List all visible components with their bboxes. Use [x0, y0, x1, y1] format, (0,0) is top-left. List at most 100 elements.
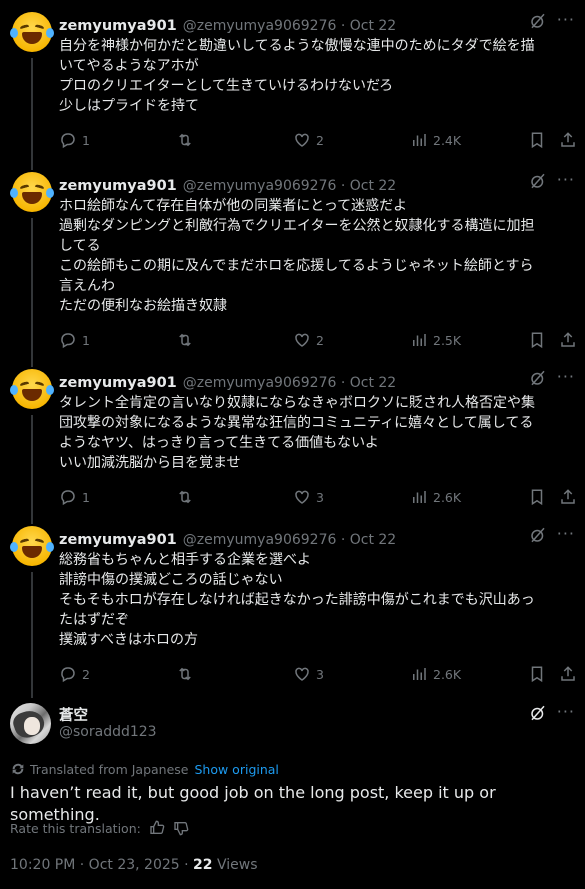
- thread-tweet[interactable]: zemyumya901 @zemyumya9069276 · Oct 22 ··…: [0, 170, 585, 370]
- author-handle[interactable]: @soraddd123: [59, 724, 157, 740]
- views-icon: [413, 668, 426, 680]
- share-button[interactable]: [559, 130, 577, 150]
- share-icon: [561, 332, 575, 347]
- more-icon[interactable]: ···: [557, 10, 575, 29]
- tweet-text: 自分を神様か何かだと勘違いしてるような傲慢な連中のためにタダで絵を描 いてやるよ…: [59, 38, 535, 114]
- reply-button[interactable]: 1: [59, 330, 90, 350]
- heart-icon: [295, 490, 309, 504]
- show-original-link[interactable]: Show original: [194, 762, 278, 777]
- like-button[interactable]: 2: [293, 330, 324, 350]
- thumbs-down-icon[interactable]: [173, 820, 189, 836]
- views-button[interactable]: 2.6K: [410, 487, 461, 507]
- avatar[interactable]: [10, 170, 54, 214]
- repost-icon: [179, 333, 191, 347]
- author-handle-date[interactable]: @zemyumya9069276 · Oct 22: [183, 178, 396, 194]
- reply-button[interactable]: 1: [59, 487, 90, 507]
- action-bar: 2 3 2.6K: [59, 664, 579, 684]
- views-button[interactable]: 2.6K: [410, 664, 461, 684]
- view-count: 2.6K: [433, 666, 462, 682]
- repost-button[interactable]: [176, 664, 194, 684]
- reply-button[interactable]: 2: [59, 664, 90, 684]
- repost-button[interactable]: [176, 487, 194, 507]
- author-name[interactable]: zemyumya901: [59, 178, 177, 194]
- share-button[interactable]: [559, 330, 577, 350]
- grok-icon[interactable]: [529, 369, 547, 387]
- author-name[interactable]: zemyumya901: [59, 375, 177, 391]
- reply-icon: [61, 667, 75, 683]
- thumbs-up-icon[interactable]: [149, 820, 165, 836]
- like-button[interactable]: 3: [293, 664, 324, 684]
- author-name[interactable]: zemyumya901: [59, 532, 177, 548]
- more-icon[interactable]: ···: [557, 170, 575, 189]
- repost-icon: [179, 667, 191, 681]
- author-name[interactable]: 蒼空: [59, 704, 88, 725]
- tweet-text: ホロ絵師なんて存在自体が他の同業者にとって迷惑だよ 過剰なダンピングと利敵行為で…: [59, 198, 535, 314]
- share-button[interactable]: [559, 487, 577, 507]
- reply-count: 2: [82, 666, 90, 682]
- translated-from-label: Translated from Japanese: [30, 761, 189, 777]
- views-button[interactable]: 2.5K: [410, 330, 461, 350]
- bookmark-icon: [531, 666, 543, 683]
- post-meta: 10:20 PM · Oct 23, 2025 · 22 Views: [10, 857, 257, 873]
- views-button[interactable]: 2.4K: [410, 130, 461, 150]
- share-button[interactable]: [559, 664, 577, 684]
- grok-icon[interactable]: [529, 12, 547, 30]
- translate-icon: [12, 763, 24, 775]
- reply-count: 1: [82, 332, 90, 348]
- thread-tweet[interactable]: zemyumya901 @zemyumya9069276 · Oct 22 ··…: [0, 367, 585, 527]
- share-icon: [561, 666, 575, 681]
- rate-label: Rate this translation:: [10, 820, 141, 836]
- thread-tweet[interactable]: zemyumya901 @zemyumya9069276 · Oct 22 ··…: [0, 10, 585, 170]
- bookmark-button[interactable]: [528, 487, 546, 507]
- bookmark-icon: [531, 332, 543, 349]
- translation-notice: Translated from Japanese Show original: [10, 761, 279, 777]
- tweet-text: 総務省もちゃんと相手する企業を選べよ 誹謗中傷の撲滅どころの話じゃない そもそも…: [59, 552, 535, 648]
- thread-line: [31, 572, 33, 698]
- like-count: 3: [316, 666, 324, 682]
- thread-tweet[interactable]: zemyumya901 @zemyumya9069276 · Oct 22 ··…: [0, 524, 585, 704]
- thread-line: [31, 415, 33, 524]
- avatar[interactable]: [10, 367, 54, 411]
- like-count: 2: [316, 332, 324, 348]
- avatar[interactable]: [10, 703, 51, 744]
- repost-button[interactable]: [176, 330, 194, 350]
- like-button[interactable]: 3: [293, 487, 324, 507]
- bookmark-button[interactable]: [528, 664, 546, 684]
- like-count: 2: [316, 132, 324, 148]
- timestamp[interactable]: 10:20 PM · Oct 23, 2025 ·: [10, 857, 193, 873]
- views-icon: [413, 491, 426, 503]
- like-button[interactable]: 2: [293, 130, 324, 150]
- grok-icon[interactable]: [529, 526, 547, 544]
- more-icon[interactable]: ···: [557, 367, 575, 386]
- repost-button[interactable]: [176, 130, 194, 150]
- thread-line: [31, 218, 33, 367]
- reply-icon: [61, 133, 75, 149]
- grok-icon[interactable]: [529, 172, 547, 190]
- bookmark-button[interactable]: [528, 130, 546, 150]
- grok-icon[interactable]: [529, 704, 547, 722]
- more-icon[interactable]: ···: [557, 702, 575, 721]
- more-icon[interactable]: ···: [557, 524, 575, 543]
- author-name[interactable]: zemyumya901: [59, 18, 177, 34]
- avatar[interactable]: [10, 10, 54, 54]
- reply-count: 1: [82, 489, 90, 505]
- tweet-header: zemyumya901 @zemyumya9069276 · Oct 22: [59, 176, 575, 196]
- view-count: 2.6K: [433, 489, 462, 505]
- author-handle-date[interactable]: @zemyumya9069276 · Oct 22: [183, 375, 396, 391]
- reply-button[interactable]: 1: [59, 130, 90, 150]
- action-bar: 1 2 2.4K: [59, 130, 579, 150]
- reply-count: 1: [82, 132, 90, 148]
- avatar[interactable]: [10, 524, 54, 568]
- action-bar: 1 3 2.6K: [59, 487, 579, 507]
- author-handle-date[interactable]: @zemyumya9069276 · Oct 22: [183, 532, 396, 548]
- tweet-header: zemyumya901 @zemyumya9069276 · Oct 22: [59, 373, 575, 393]
- reply-icon: [61, 333, 75, 349]
- tweet-header: zemyumya901 @zemyumya9069276 · Oct 22: [59, 16, 575, 36]
- repost-icon: [179, 490, 191, 504]
- bookmark-button[interactable]: [528, 330, 546, 350]
- bookmark-icon: [531, 489, 543, 506]
- view-count: 2.5K: [433, 332, 462, 348]
- author-handle-date[interactable]: @zemyumya9069276 · Oct 22: [183, 18, 396, 34]
- thread-line: [31, 58, 33, 170]
- views-count: 22: [193, 857, 213, 873]
